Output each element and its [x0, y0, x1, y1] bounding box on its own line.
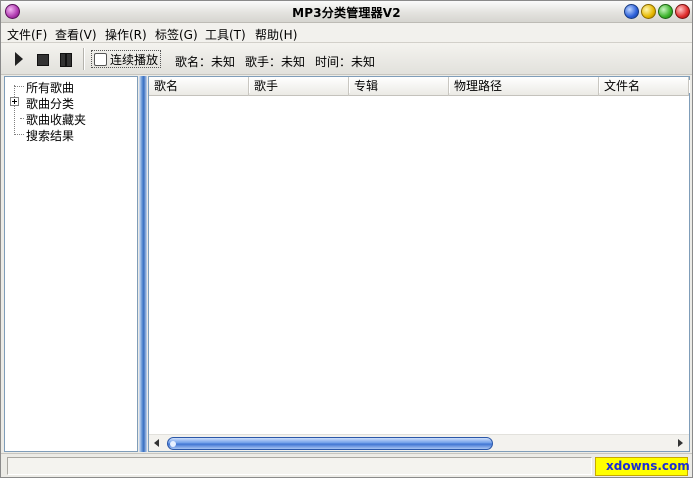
column-artist[interactable]: 歌手 — [249, 77, 350, 96]
column-album[interactable]: 专辑 — [349, 77, 450, 96]
status-bar: xdowns.com — [1, 453, 692, 477]
minimize-button[interactable] — [641, 4, 656, 19]
menu-tools[interactable]: 工具(T) — [205, 26, 246, 43]
continuous-play-label: 连续播放 — [110, 52, 159, 67]
title-bar[interactable]: MP3分类管理器V2 — [1, 1, 692, 23]
scroll-left-icon[interactable] — [151, 437, 164, 450]
toolbar: 连续播放 歌名：未知 歌手：未知 时间：未知 — [1, 43, 692, 75]
tree-item-categories[interactable]: 歌曲分类 — [26, 95, 74, 112]
horizontal-scrollbar[interactable] — [149, 434, 689, 451]
song-name-readout: 歌名：未知 — [175, 55, 236, 69]
category-tree[interactable]: 所有歌曲 歌曲分类 歌曲收藏夹 搜索结果 — [4, 76, 138, 452]
app-window: MP3分类管理器V2 文件(F) 查看(V) 操作(R) 标签(G) 工具(T)… — [0, 0, 693, 478]
tree-item-all-songs[interactable]: 所有歌曲 — [26, 79, 74, 96]
column-file-path[interactable]: 物理路径 — [449, 77, 600, 96]
status-text — [7, 457, 592, 475]
list-header: 歌名 歌手 专辑 物理路径 文件名 — [149, 77, 690, 96]
scroll-grip — [170, 441, 176, 447]
window-title: MP3分类管理器V2 — [292, 6, 401, 20]
column-file-name[interactable]: 文件名 — [599, 77, 690, 96]
scroll-right-icon[interactable] — [674, 437, 687, 450]
artist-readout: 歌手：未知 — [245, 55, 306, 69]
help-button[interactable] — [624, 4, 639, 19]
tree-connector — [15, 134, 24, 135]
stop-icon[interactable] — [35, 52, 49, 66]
tree-connector — [15, 86, 24, 87]
toolbar-separator — [83, 48, 85, 70]
close-button[interactable] — [675, 4, 690, 19]
tree-connector — [14, 85, 15, 135]
pane-splitter[interactable] — [139, 76, 147, 452]
pause-icon[interactable] — [59, 52, 73, 67]
checkbox-box[interactable] — [94, 52, 107, 66]
column-song-name[interactable]: 歌名 — [149, 77, 250, 96]
time-readout: 时间：未知 — [315, 55, 376, 69]
menu-bar: 文件(F) 查看(V) 操作(R) 标签(G) 工具(T) 帮助(H) — [1, 23, 692, 43]
expand-icon[interactable] — [10, 97, 19, 106]
menu-help[interactable]: 帮助(H) — [255, 26, 297, 43]
tree-connector — [20, 118, 24, 119]
scroll-thumb[interactable] — [167, 437, 493, 450]
tree-item-search-results[interactable]: 搜索结果 — [26, 127, 74, 144]
menu-tags[interactable]: 标签(G) — [155, 26, 198, 43]
play-icon[interactable] — [12, 52, 26, 66]
song-list[interactable]: 歌名 歌手 专辑 物理路径 文件名 — [148, 76, 690, 452]
continuous-play-checkbox[interactable]: 连续播放 — [91, 50, 162, 68]
maximize-button[interactable] — [658, 4, 673, 19]
menu-action[interactable]: 操作(R) — [105, 26, 147, 43]
brand-logo: xdowns.com — [595, 457, 690, 476]
tree-item-favorites[interactable]: 歌曲收藏夹 — [26, 111, 86, 128]
menu-view[interactable]: 查看(V) — [55, 26, 97, 43]
menu-file[interactable]: 文件(F) — [7, 26, 47, 43]
